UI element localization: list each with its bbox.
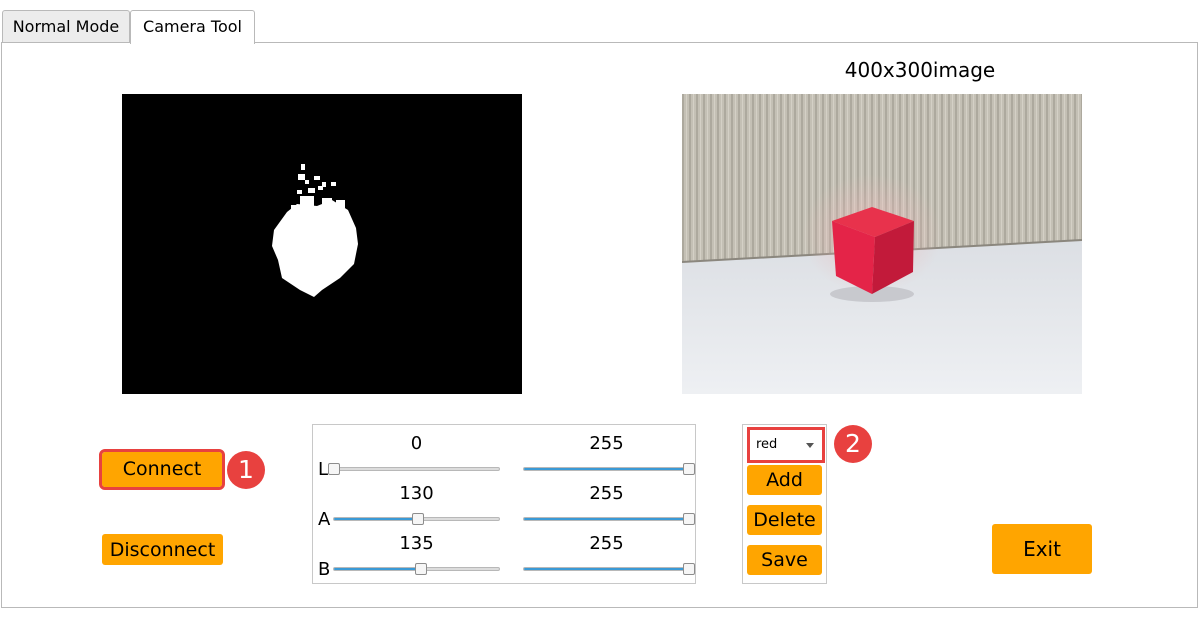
b-min-slider-fill: [334, 568, 422, 570]
a-max-slider[interactable]: [523, 513, 695, 525]
a-channel-label: A: [318, 509, 331, 530]
a-min-value: 130: [399, 483, 434, 504]
tab-bar: Normal Mode Camera Tool: [0, 0, 1200, 44]
b-min-value: 135: [399, 533, 434, 554]
camera-image-view: [682, 94, 1082, 394]
b-channel-label: B: [318, 559, 331, 580]
exit-button[interactable]: Exit: [992, 524, 1092, 574]
image-size-title: 400x300image: [844, 58, 996, 82]
tab-camera-tool[interactable]: Camera Tool: [130, 10, 255, 44]
b-max-slider[interactable]: [523, 563, 695, 575]
b-min-slider-handle[interactable]: [415, 563, 428, 575]
a-min-slider-fill: [334, 518, 419, 520]
b-min-slider[interactable]: [333, 563, 500, 575]
tab-normal-mode[interactable]: Normal Mode: [2, 10, 130, 42]
a-max-value: 255: [589, 483, 624, 504]
a-min-slider[interactable]: [333, 513, 500, 525]
add-button[interactable]: Add: [747, 465, 822, 495]
step-1-badge: 1: [227, 451, 265, 489]
l-max-value: 255: [589, 433, 624, 454]
chevron-down-icon: [806, 443, 814, 448]
l-max-slider-handle[interactable]: [683, 463, 695, 475]
l-max-slider-fill: [524, 468, 689, 470]
save-button[interactable]: Save: [747, 545, 822, 575]
color-select[interactable]: red: [747, 427, 825, 463]
delete-button[interactable]: Delete: [747, 505, 822, 535]
connect-button[interactable]: Connect: [99, 449, 225, 490]
a-max-slider-fill: [524, 518, 689, 520]
camera-image: [682, 94, 1082, 394]
step-2-badge: 2: [834, 425, 872, 463]
l-min-slider-handle[interactable]: [328, 463, 340, 475]
l-max-slider[interactable]: [523, 463, 695, 475]
b-max-slider-handle[interactable]: [683, 563, 695, 575]
a-min-slider-handle[interactable]: [412, 513, 425, 525]
color-select-value: red: [756, 437, 778, 452]
l-min-slider[interactable]: [328, 463, 500, 475]
mask-image-view: [122, 94, 522, 394]
mask-image: [122, 94, 522, 394]
b-max-slider-fill: [524, 568, 689, 570]
disconnect-button[interactable]: Disconnect: [102, 534, 223, 565]
l-channel-label: L: [318, 459, 329, 480]
l-min-value: 0: [410, 433, 423, 454]
b-max-value: 255: [589, 533, 624, 554]
a-max-slider-handle[interactable]: [683, 513, 695, 525]
